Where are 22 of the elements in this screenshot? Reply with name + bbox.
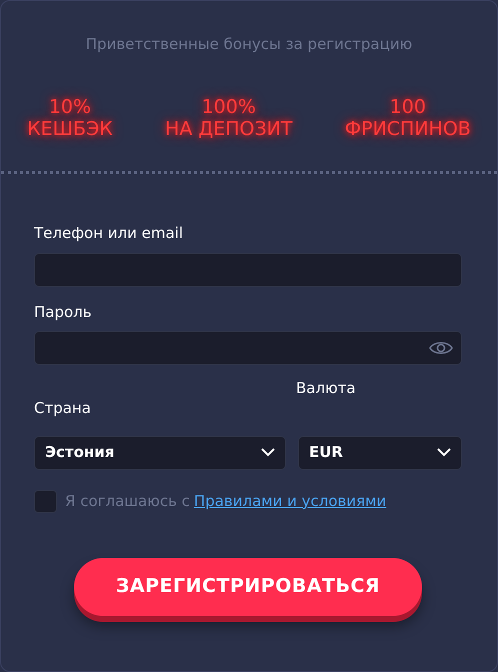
chevron-icon — [261, 448, 275, 458]
bonus-label: КЕШБЭК — [27, 118, 113, 142]
bonus-amount: 10% — [48, 96, 92, 118]
agree-checkbox[interactable] — [34, 490, 57, 513]
login-field[interactable] — [34, 252, 462, 287]
register-button[interactable]: ЗАРЕГИСТРИРОВАТЬСЯ — [74, 558, 422, 616]
bonus-label: НА ДЕПОЗИТ — [165, 118, 292, 142]
field-label: Страна — [34, 398, 92, 420]
bonus-label: ФРИСПИНОВ — [344, 118, 471, 142]
eye-icon[interactable] — [429, 340, 453, 356]
field-label: Телефон или email — [34, 223, 184, 244]
bonus-heading: Приветственные бонусы за регистрацию — [84, 34, 414, 55]
password-field[interactable] — [34, 331, 462, 366]
chevron-icon — [437, 448, 451, 458]
terms-link[interactable]: Правилами и условиями — [194, 490, 386, 512]
bonus-amount: 100% — [200, 96, 257, 118]
field-label: Валюта — [296, 378, 356, 400]
agree-text: Я соглашаюсь с — [65, 490, 190, 512]
country-select[interactable]: Эстония — [34, 436, 286, 470]
bonus-amount: 100 — [388, 96, 427, 118]
currency-select[interactable]: EUR — [298, 436, 462, 470]
field-label: Пароль — [34, 302, 93, 323]
